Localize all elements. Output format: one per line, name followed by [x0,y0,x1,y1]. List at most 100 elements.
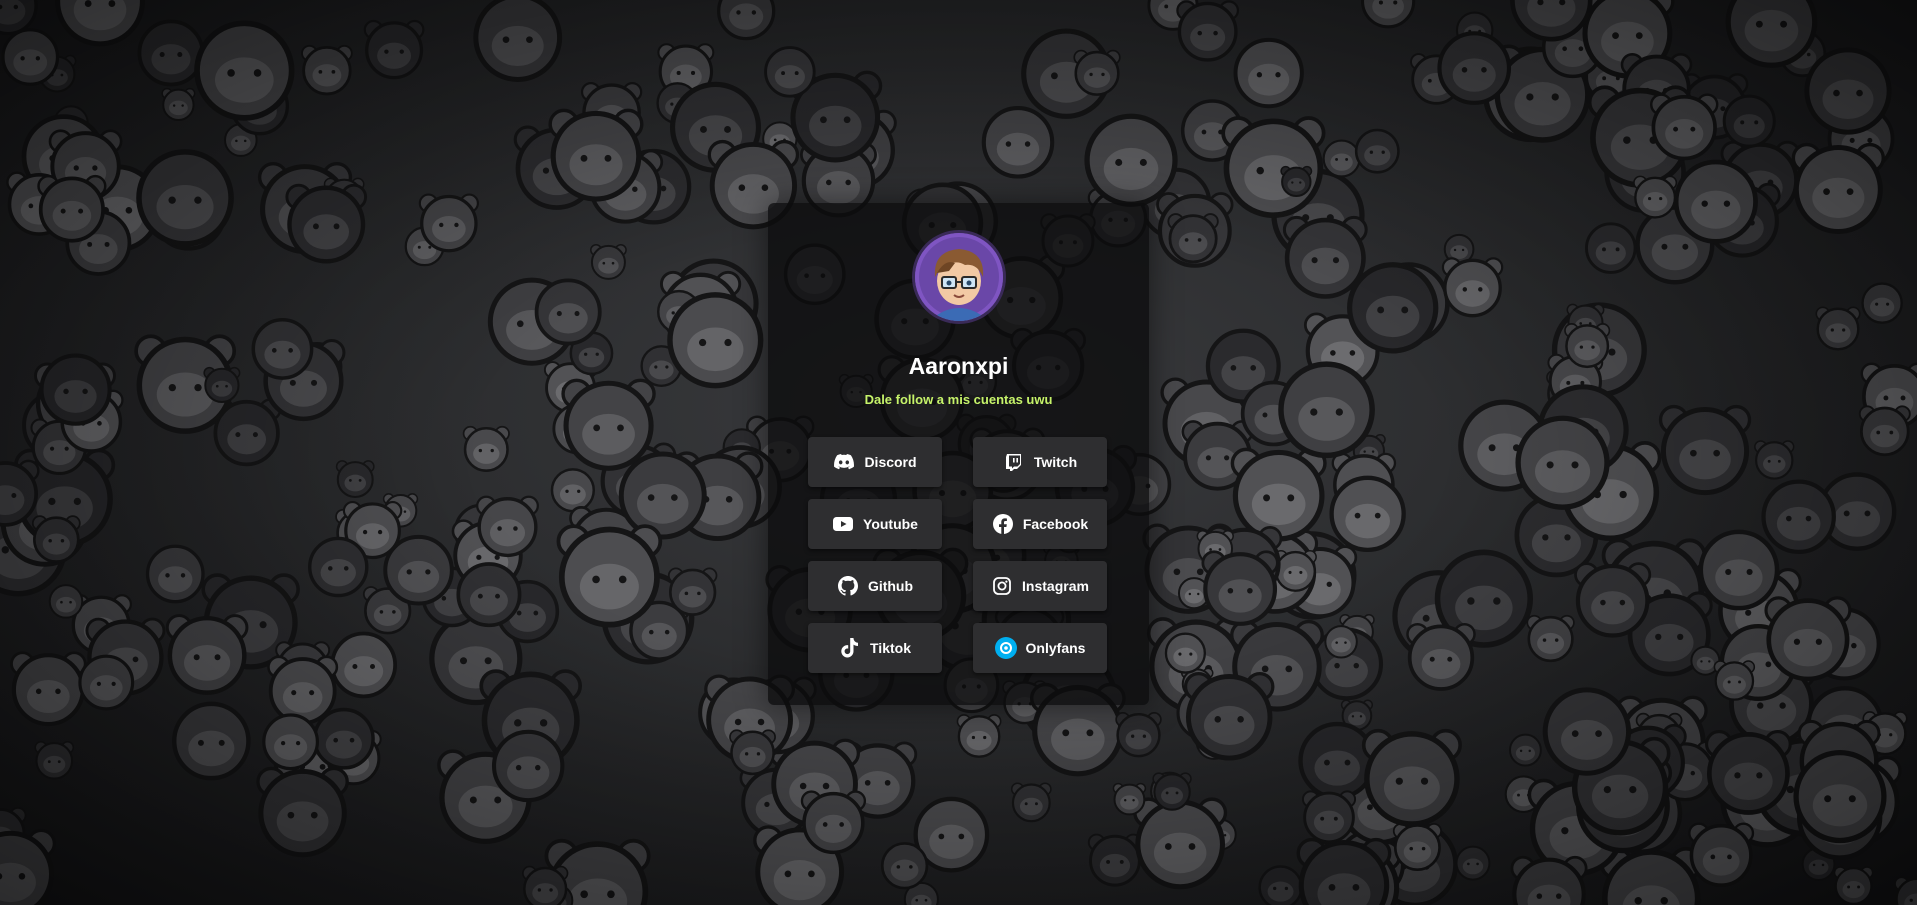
pattern-character [1,28,60,86]
twitch-button[interactable]: Twitch [973,437,1107,487]
pattern-character [1437,31,1512,105]
pattern-character [1698,529,1780,611]
pattern-character [1722,94,1776,148]
pattern-character [522,865,569,905]
pattern-character [1167,213,1219,264]
github-button[interactable]: Github [808,561,942,611]
twitch-icon [1003,451,1025,473]
pattern-character [1258,865,1303,905]
pattern-character [285,183,368,264]
pattern-character [590,244,627,280]
pattern-character [194,20,295,121]
pattern-character [550,468,596,513]
pattern-character [1329,475,1406,553]
pattern-character [1658,404,1752,496]
pattern-character [1280,165,1313,198]
pattern-character [729,729,776,776]
profile-tagline: Dale follow a mis cuentas uwu [864,392,1053,407]
pattern-character [1510,855,1588,905]
profile-card: Aaronxpi Dale follow a mis cuentas uwu D… [768,203,1149,705]
pattern-character [55,0,145,47]
pattern-character [1406,622,1476,691]
pattern-character [473,0,563,82]
discord-button[interactable]: Discord [808,437,942,487]
pattern-character [534,278,602,346]
pattern-character [31,515,81,563]
pattern-character [1354,128,1400,174]
pattern-character [1515,415,1610,510]
pattern-character [1761,479,1836,555]
pattern-character [1650,93,1719,161]
pattern-character [1688,822,1755,887]
pattern-character [418,193,479,253]
pattern-character [456,562,522,628]
pattern-character [800,790,867,855]
pattern-character [956,714,1002,758]
pattern-character [1360,0,1416,29]
discord-icon [833,451,855,473]
pattern-character [312,707,375,770]
pattern-character [1298,721,1377,800]
youtube-icon [832,513,854,535]
pattern-character [667,567,718,616]
facebook-icon [992,513,1014,535]
pattern-character [137,19,205,87]
pattern-character [1542,687,1632,776]
pattern-character [1858,405,1911,457]
pattern-character [363,19,425,80]
youtube-button[interactable]: Youtube [808,499,942,549]
github-icon [837,575,859,597]
pattern-character [1084,113,1178,207]
pattern-character [1441,257,1504,318]
pattern-character [34,741,75,780]
pattern-character [1564,323,1611,369]
instagram-button[interactable]: Instagram [973,561,1107,611]
pattern-character [1894,876,1917,905]
pattern-character [1183,672,1275,761]
pattern-character [37,174,107,243]
pattern-character [1392,823,1442,872]
pattern-character [1833,866,1874,905]
pattern-character [171,701,251,781]
pattern-character [251,317,314,380]
pattern-character [1176,0,1240,62]
pattern-character [262,713,320,771]
pattern-character [335,460,375,499]
pattern-character [667,292,764,389]
pattern-character [618,451,707,540]
onlyfans-label: Onlyfans [1025,640,1086,656]
pattern-character [1804,47,1892,135]
pattern-character [1010,782,1052,823]
pattern-character [1322,139,1361,178]
pattern-character [717,0,776,41]
instagram-icon [991,575,1013,597]
pattern-character [1278,361,1375,459]
pattern-character [165,614,249,695]
pattern-character [10,651,87,727]
pattern-character [1347,262,1439,354]
pattern-character [491,729,565,803]
pattern-character [0,828,56,905]
pattern-character [1296,837,1392,905]
avatar[interactable] [915,233,1003,321]
pattern-character [267,655,339,725]
pattern-character [308,536,369,598]
tiktok-button[interactable]: Tiktok [808,623,942,673]
pattern-character [1754,440,1795,480]
pattern-character [145,544,205,604]
pattern-character [1633,175,1678,219]
pattern-character [1201,550,1279,626]
pattern-character [1361,728,1462,827]
pattern-character [1574,562,1652,638]
pattern-character [1455,845,1491,881]
pattern-character [476,495,539,558]
pattern-character [1815,306,1861,351]
pattern-character [462,425,510,472]
pattern-character [78,654,135,711]
onlyfans-icon [994,637,1017,659]
pattern-character [1508,733,1542,767]
facebook-button[interactable]: Facebook [973,499,1107,549]
pattern-character [1073,49,1121,96]
onlyfans-button[interactable]: Onlyfans [973,623,1107,673]
pattern-character [1273,549,1317,592]
